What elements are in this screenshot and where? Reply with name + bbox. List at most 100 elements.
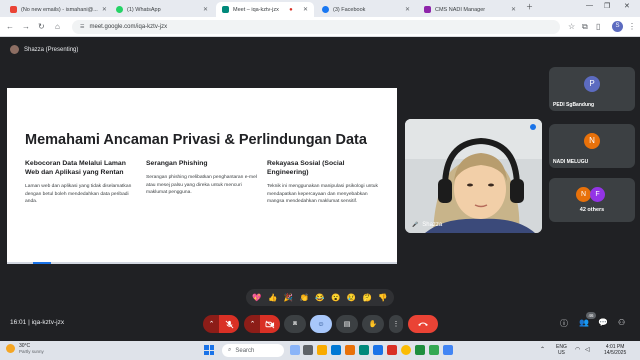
app-icon[interactable] xyxy=(415,345,425,355)
back-icon[interactable]: ← xyxy=(6,22,14,31)
close-icon[interactable]: ✕ xyxy=(507,6,516,13)
recording-icon: ● xyxy=(289,6,293,13)
presentation-slide: Memahami Ancaman Privasi & Perlindungan … xyxy=(7,88,397,264)
close-icon[interactable]: ✕ xyxy=(401,6,410,13)
thinking-reaction-icon[interactable]: 🤔 xyxy=(363,293,372,303)
maximize-icon[interactable]: ❐ xyxy=(604,2,610,10)
info-icon[interactable]: ⓘ xyxy=(560,318,568,329)
app-icon[interactable] xyxy=(387,345,397,355)
sad-reaction-icon[interactable]: 😢 xyxy=(347,293,356,303)
wifi-icon[interactable]: ◠ xyxy=(575,347,580,353)
laugh-reaction-icon[interactable]: 😂 xyxy=(315,293,324,303)
store-icon[interactable] xyxy=(331,345,341,355)
chrome-icon[interactable] xyxy=(401,345,411,355)
close-icon[interactable]: ✕ xyxy=(299,6,308,13)
language-indicator[interactable]: ENG US xyxy=(556,344,567,356)
tab-whatsapp[interactable]: (1) WhatsApp ✕ xyxy=(110,2,214,17)
browser-tab-strip: (No new emails) - ismahani@... ✕ (1) Wha… xyxy=(0,0,640,17)
file-explorer-icon[interactable] xyxy=(317,345,327,355)
edge-icon[interactable] xyxy=(373,345,383,355)
tab-label: (1) WhatsApp xyxy=(127,6,161,13)
participant-tile[interactable]: P PEDI SgBandung xyxy=(549,67,635,111)
leave-call-button[interactable] xyxy=(408,315,438,333)
bookmark-star-icon[interactable]: ☆ xyxy=(568,22,575,31)
volume-icon[interactable]: ◁ xyxy=(585,347,590,353)
party-reaction-icon[interactable]: 🎉 xyxy=(284,293,293,303)
more-vert-icon: ⋮ xyxy=(392,321,400,328)
home-icon[interactable]: ⌂ xyxy=(55,22,60,31)
slide-column: Rekayasa Sosial (Social Engineering) Tek… xyxy=(267,159,379,206)
taskbar-search[interactable]: ⌕ Search xyxy=(222,344,284,357)
address-toolbar: ← → ↻ ⌂ ☰ meet.google.com/iqa-kztv-jzx ☆… xyxy=(0,17,640,37)
app-icon[interactable] xyxy=(443,345,453,355)
profile-avatar[interactable]: S xyxy=(612,21,623,32)
people-icon[interactable]: 👥 xyxy=(579,318,589,327)
weather-widget[interactable]: 30°C Partly sunny xyxy=(6,343,44,354)
slide-column: Serangan Phishing Serangan phishing meli… xyxy=(146,159,258,197)
activities-icon[interactable]: ⚇ xyxy=(618,318,625,327)
meet-icon xyxy=(222,6,229,13)
camera-name: Shazza xyxy=(422,222,443,228)
mic-off-icon xyxy=(225,320,233,328)
tab-cms[interactable]: CMS NADI Manager ✕ xyxy=(418,2,522,17)
system-clock[interactable]: 4:01 PM 14/5/2025 xyxy=(604,344,626,356)
minimize-icon[interactable]: — xyxy=(586,2,593,9)
slide-progress-marker xyxy=(33,262,51,264)
menu-icon[interactable]: ⋮ xyxy=(628,22,636,31)
participant-tile[interactable]: N NADI MELUGU xyxy=(549,124,635,168)
others-count: 42 others xyxy=(579,207,605,213)
speaking-indicator-icon xyxy=(530,124,536,130)
mic-toggle-button[interactable] xyxy=(219,315,239,333)
audio-options-button[interactable]: ⌃ xyxy=(203,315,220,333)
heart-reaction-icon[interactable]: 💖 xyxy=(252,293,261,303)
reload-icon[interactable]: ↻ xyxy=(38,22,45,31)
column-heading: Kebocoran Data Melalui Laman Web dan Apl… xyxy=(25,160,126,176)
column-body: Serangan phishing melibatkan penghantara… xyxy=(146,175,257,195)
captions-button[interactable]: ▤ xyxy=(336,315,358,333)
others-tile[interactable]: N F 42 others xyxy=(549,178,635,222)
search-placeholder: Search xyxy=(235,347,255,354)
weather-condition: Partly sunny xyxy=(19,349,44,354)
camera-toggle-button[interactable] xyxy=(260,315,280,333)
tray-overflow-icon[interactable]: ⌃ xyxy=(540,347,545,353)
reactions-button[interactable]: ☺ xyxy=(310,315,332,333)
site-info-icon[interactable]: ☰ xyxy=(80,24,84,30)
tab-label: CMS NADI Manager xyxy=(435,6,486,13)
close-icon[interactable]: ✕ xyxy=(98,6,107,13)
widgets-app-icon[interactable] xyxy=(290,345,300,355)
windows-start-icon[interactable] xyxy=(204,345,214,355)
extensions-icon[interactable]: ⧉ xyxy=(582,22,588,32)
app-icon[interactable] xyxy=(345,345,355,355)
chat-icon[interactable]: 💬 xyxy=(598,318,608,327)
close-icon[interactable]: ✕ xyxy=(199,6,208,13)
slide-progress-bar xyxy=(7,262,397,264)
present-button[interactable]: ⧈ xyxy=(284,315,306,333)
tab-meet[interactable]: Meet – iqa-kztv-jzx ● ✕ xyxy=(216,2,314,17)
more-options-button[interactable]: ⋮ xyxy=(389,315,403,333)
clap-reaction-icon[interactable]: 👏 xyxy=(300,293,309,303)
windows-taskbar: 30°C Partly sunny ⌕ Search ⌃ ENG US ◠ ◁ … xyxy=(0,341,640,360)
raise-hand-button[interactable]: ✋ xyxy=(362,315,384,333)
task-view-icon[interactable] xyxy=(303,345,313,355)
tab-gmail[interactable]: (No new emails) - ismahani@... ✕ xyxy=(4,2,108,17)
window-close-icon[interactable]: ✕ xyxy=(624,2,630,10)
url-field[interactable]: ☰ meet.google.com/iqa-kztv-jzx xyxy=(72,20,560,34)
tab-facebook[interactable]: (3) Facebook ✕ xyxy=(316,2,416,17)
new-tab-icon[interactable]: ＋ xyxy=(526,2,533,12)
search-icon: ⌕ xyxy=(228,347,232,353)
surprised-reaction-icon[interactable]: 😮 xyxy=(331,293,340,303)
url-text: meet.google.com/iqa-kztv-jzx xyxy=(89,24,168,30)
participant-name: NADI MELUGU xyxy=(553,159,589,165)
sidepanel-icon[interactable]: ▯ xyxy=(596,22,600,31)
meeting-code: iqa-kztv-jzx xyxy=(31,319,65,326)
video-options-button[interactable]: ⌃ xyxy=(244,315,261,333)
hand-icon: ✋ xyxy=(368,321,378,328)
forward-icon[interactable]: → xyxy=(22,22,30,31)
presenter-camera-tile[interactable]: 🎤 Shazza xyxy=(405,119,542,233)
app-icon[interactable] xyxy=(429,345,439,355)
presenter-avatar xyxy=(10,45,19,54)
thumbs-down-reaction-icon[interactable]: 👎 xyxy=(378,293,387,303)
thumbs-up-reaction-icon[interactable]: 👍 xyxy=(268,293,277,303)
app-icon[interactable] xyxy=(359,345,369,355)
end-call-icon xyxy=(418,322,428,326)
